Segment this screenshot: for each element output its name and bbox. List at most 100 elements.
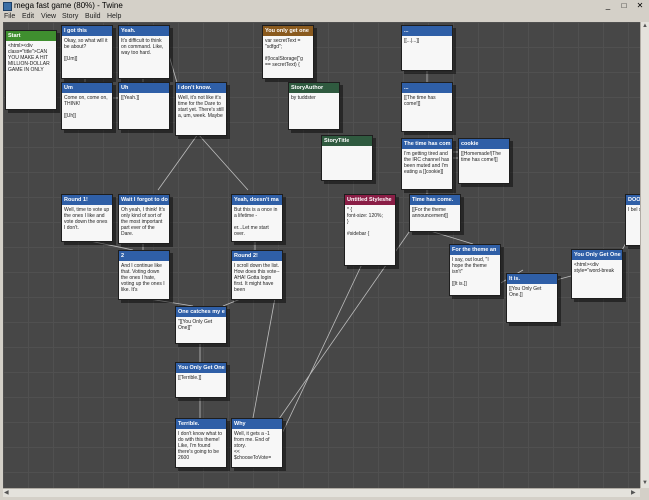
passage-i-got-this[interactable]: I got this Okay, so what will it be abou… — [61, 25, 113, 79]
passage-round-2[interactable]: Round 2! I scroll down the list. How doe… — [231, 250, 283, 300]
menu-help[interactable]: Help — [107, 12, 121, 22]
menu-file[interactable]: File — [4, 12, 15, 22]
passage-title: Terrible. — [176, 419, 226, 429]
passage-excerpt: I'm getting tired and the IRC channel ha… — [404, 151, 451, 175]
passage-for-the-theme[interactable]: For the theme an I say, out loud, "I hop… — [449, 244, 501, 296]
passage-story-author[interactable]: StoryAuthor by tuddster — [288, 82, 340, 130]
link-round-2-why — [252, 297, 276, 419]
passage-title: Yeah. — [119, 26, 169, 36]
passage-um[interactable]: Um Come on, come on, THINK! [[Uh]] — [61, 82, 113, 130]
passage-2[interactable]: 2 And I continue like that. Voting down … — [118, 250, 170, 300]
scroll-up-icon[interactable]: ▲ — [642, 22, 648, 30]
passage-title: I don't know. — [176, 83, 226, 93]
link-i-dont-know-wait-i-forgot — [157, 133, 199, 191]
menu-view[interactable]: View — [41, 12, 56, 22]
passage-excerpt: * { font-size: 120%; } #sidebar { — [347, 207, 383, 237]
passage-title: For the theme an — [450, 245, 500, 255]
window-title: mega fast game (80%) - Twine — [14, 1, 123, 10]
passage-title: Time has come. — [410, 195, 460, 205]
scroll-right-icon[interactable]: ▶ — [631, 489, 636, 497]
story-map-canvas[interactable]: Start <html><div class="title">CAN YOU M… — [3, 22, 640, 488]
passage-title: Round 1! — [62, 195, 112, 205]
passage-excerpt: Well, it's not like it's time for the Da… — [178, 95, 225, 119]
passage-the-time-has-come[interactable]: The time has com I'm getting tired and t… — [401, 138, 453, 190]
passage-title: Yeah, doesn't ma — [232, 195, 282, 205]
passage-one-catches-my-eye[interactable]: One catches my e "[[You Only Get One]]" — [175, 306, 227, 344]
menu-edit[interactable]: Edit — [22, 12, 34, 22]
passage-excerpt: And I continue like that. Voting down th… — [121, 263, 167, 293]
passage-excerpt: Come on, come on, THINK! [[Uh]] — [64, 95, 108, 119]
minimize-button[interactable]: _ — [600, 1, 616, 11]
passage-title: 2 — [119, 251, 169, 261]
passage-title: It is. — [507, 274, 557, 284]
passage-i-dont-know[interactable]: I don't know. Well, it's not like it's t… — [175, 82, 227, 136]
passage-title: ... — [402, 26, 452, 36]
maximize-button[interactable]: □ — [616, 1, 632, 11]
scroll-down-icon[interactable]: ▼ — [642, 479, 648, 487]
passage-excerpt: [[You Only Get One.]] — [509, 286, 543, 298]
passage-excerpt: [[For the theme announcement]] — [412, 207, 448, 219]
passage-title: StoryAuthor — [289, 83, 339, 93]
link-it-is-you-only-get-one — [555, 275, 572, 281]
passage-untitled-stylesheet[interactable]: Untitled Styleshe * { font-size: 120%; }… — [344, 194, 396, 266]
passage-excerpt: [[Homemade!|The time has come!]] — [461, 151, 503, 163]
passage-title: You Only Get One — [176, 363, 226, 373]
scroll-left-icon[interactable]: ◀ — [4, 489, 9, 497]
passage-title: ... — [402, 83, 452, 93]
passage-wait-i-forgot[interactable]: Wait I forgot to do Oh yeah, I think! It… — [118, 194, 170, 244]
passage-excerpt: <html><div style="word-break — [574, 262, 614, 274]
menu-bar: File Edit View Story Build Help — [0, 12, 649, 22]
passage-title: Round 2! — [232, 251, 282, 261]
passage-title: You only get one — [263, 26, 313, 36]
passage-title: One catches my e — [176, 307, 226, 317]
passage-yeah-doesnt-matter[interactable]: Yeah, doesn't ma But this is a once in a… — [231, 194, 283, 242]
passage-terrible[interactable]: Terrible. I don't know what to do with t… — [175, 418, 227, 468]
passage-excerpt: I say, out loud, "I hope the theme isn't… — [452, 257, 489, 287]
passage-uh[interactable]: Uh [[Yeah.]] — [118, 82, 170, 130]
passage-excerpt: [[Yeah.]] — [121, 95, 140, 101]
passage-excerpt: var secretText = "sdfgd"; if(localStorag… — [265, 38, 303, 68]
passage-time-has-come[interactable]: Time has come. [[For the theme announcem… — [409, 194, 461, 232]
passage-ellipsis-2[interactable]: ... [[The time has come!]] — [401, 82, 453, 132]
passage-excerpt: <html><div class="title">CAN YOU MAKE A … — [8, 43, 52, 73]
passage-why[interactable]: Why Well, it gets a -1 from me. End of s… — [231, 418, 283, 468]
passage-title: You Only Get One — [572, 250, 622, 260]
passage-you-only-get-one-script[interactable]: You only get one var secretText = "sdfgd… — [262, 25, 314, 79]
passage-title: DOO — [626, 195, 640, 205]
passage-excerpt: Okay, so what will it be about? [[Um]] — [64, 38, 108, 62]
passage-title: The time has com — [402, 139, 452, 149]
passage-excerpt: by tuddster — [291, 95, 316, 101]
passage-start[interactable]: Start <html><div class="title">CAN YOU M… — [5, 30, 57, 110]
passage-you-only-get-one-html[interactable]: You Only Get One <html><div style="word-… — [571, 249, 623, 299]
passage-excerpt: I scroll down the list. How does this vo… — [234, 263, 281, 293]
passage-excerpt: I bel spec ever — [628, 207, 640, 213]
passage-title: StoryTitle — [322, 136, 372, 146]
passage-title: cookie — [459, 139, 509, 149]
link-stylesheet-why — [277, 261, 364, 443]
passage-cookie[interactable]: cookie [[Homemade!|The time has come!]] — [458, 138, 510, 184]
menu-story[interactable]: Story — [62, 12, 78, 22]
passage-yeah[interactable]: Yeah. It's difficult to think on command… — [118, 25, 170, 79]
passage-excerpt: I don't know what to do with this theme!… — [178, 431, 224, 461]
passage-excerpt: Oh yeah, I think! It's only kind of sort… — [121, 207, 167, 237]
passage-excerpt — [322, 146, 372, 150]
link-why-time-has-come — [262, 211, 424, 443]
passage-doo[interactable]: DOO I bel spec ever — [625, 194, 640, 246]
close-button[interactable]: ✕ — [632, 1, 648, 11]
passage-excerpt: [[...|...]] — [404, 38, 420, 44]
passage-excerpt: But this is a once in a lifetime - er...… — [234, 207, 278, 237]
passage-ellipsis[interactable]: ... [[...|...]] — [401, 25, 453, 71]
passage-story-title[interactable]: StoryTitle — [321, 135, 373, 181]
vertical-scrollbar[interactable]: ▲ ▼ — [640, 22, 649, 488]
menu-build[interactable]: Build — [85, 12, 101, 22]
passage-excerpt: "[[You Only Get One]]" — [178, 319, 214, 331]
passage-title: Uh — [119, 83, 169, 93]
passage-excerpt: Well, time to vote up the ones I like an… — [64, 207, 111, 231]
passage-title: Wait I forgot to do — [119, 195, 169, 205]
passage-it-is[interactable]: It is. [[You Only Get One.]] — [506, 273, 558, 323]
passage-you-only-get-one[interactable]: You Only Get One [[Terrible.]] — [175, 362, 227, 398]
passage-title: I got this — [62, 26, 112, 36]
link-i-dont-know-yeah-doesnt — [197, 133, 249, 191]
twine-app-icon — [3, 2, 12, 11]
passage-round-1[interactable]: Round 1! Well, time to vote up the ones … — [61, 194, 113, 242]
